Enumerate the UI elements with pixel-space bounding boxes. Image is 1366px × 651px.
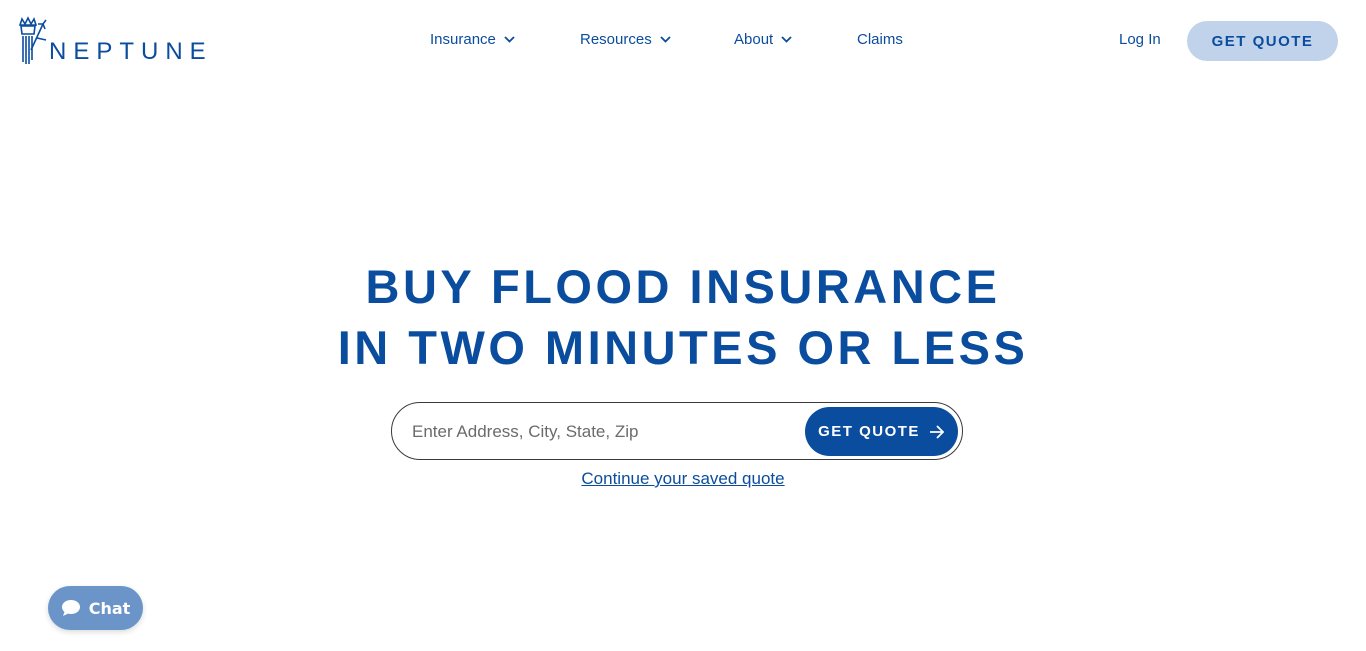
main-nav: Insurance Resources About Claims xyxy=(0,31,1366,51)
get-quote-header-button[interactable]: GET QUOTE xyxy=(1187,21,1338,61)
chat-label: Chat xyxy=(88,598,131,618)
get-quote-search-label: GET QUOTE xyxy=(818,423,920,440)
chat-button[interactable]: Chat xyxy=(48,586,143,630)
hero-title-line-2: IN TWO MINUTES OR LESS xyxy=(337,321,1029,374)
nav-item-claims[interactable]: Claims xyxy=(857,31,903,48)
arrow-right-icon xyxy=(929,424,945,439)
address-search-box: GET QUOTE xyxy=(391,402,963,460)
nav-item-about[interactable]: About xyxy=(734,31,792,48)
get-quote-search-button[interactable]: GET QUOTE xyxy=(805,407,958,456)
nav-item-label: Claims xyxy=(857,31,903,48)
chevron-down-icon xyxy=(781,36,792,43)
nav-item-resources[interactable]: Resources xyxy=(580,31,671,48)
hero-title-line-1: BUY FLOOD INSURANCE xyxy=(365,260,1001,313)
chevron-down-icon xyxy=(660,36,671,43)
chat-bubble-icon xyxy=(61,600,80,616)
nav-item-label: About xyxy=(734,31,774,48)
continue-saved-quote-link[interactable]: Continue your saved quote xyxy=(581,469,784,488)
nav-item-insurance[interactable]: Insurance xyxy=(430,31,515,48)
login-link[interactable]: Log In xyxy=(1119,31,1161,48)
nav-item-label: Insurance xyxy=(430,31,496,48)
nav-item-label: Resources xyxy=(580,31,652,48)
saved-quote-row: Continue your saved quote xyxy=(0,469,1366,489)
hero-title: BUY FLOOD INSURANCE IN TWO MINUTES OR LE… xyxy=(0,256,1366,378)
address-search-input[interactable] xyxy=(412,417,792,447)
site-header: NEPTUNE Insurance Resources About Claims… xyxy=(0,0,1366,82)
chevron-down-icon xyxy=(504,36,515,43)
